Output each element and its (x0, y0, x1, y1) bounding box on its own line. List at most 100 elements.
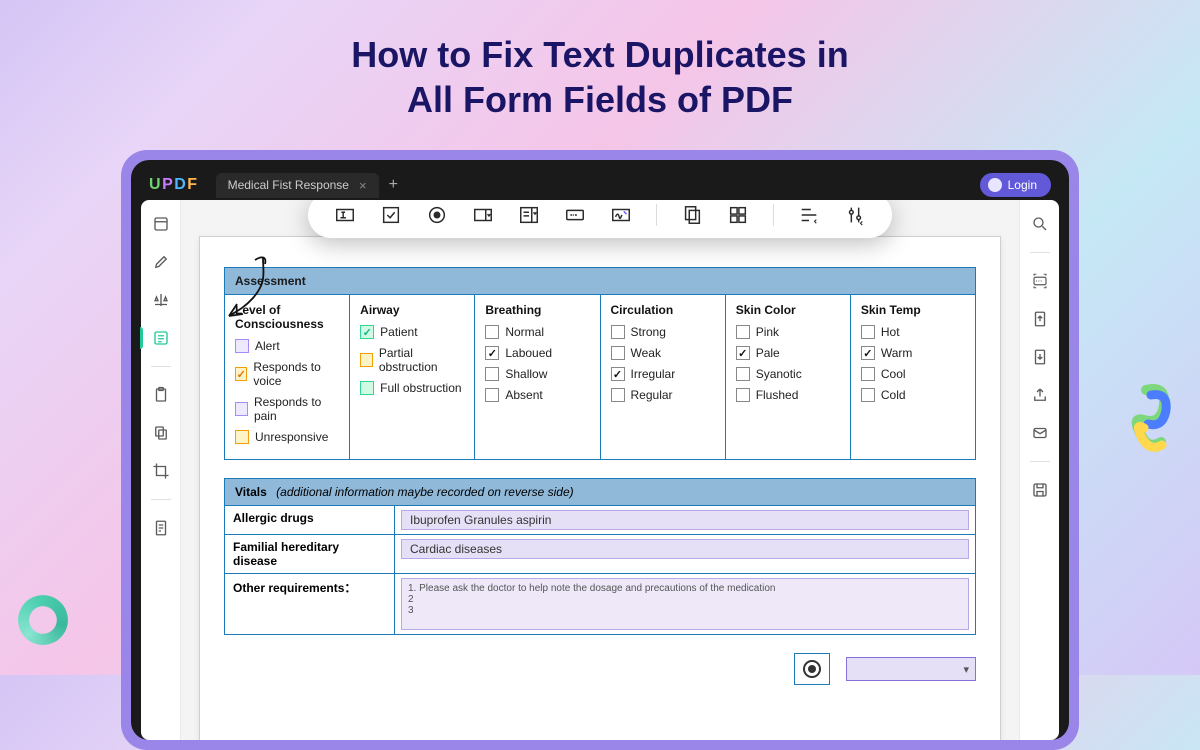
document-icon[interactable] (151, 518, 171, 538)
vitals-header: Vitals (additional information maybe rec… (225, 479, 975, 506)
checkbox[interactable] (736, 388, 750, 402)
window-titlebar: UPDF Medical Fist Response × + Login (141, 170, 1059, 200)
ocr-icon[interactable] (1030, 271, 1050, 291)
checkbox[interactable] (861, 346, 875, 360)
hero-line-2: All Form Fields of PDF (0, 77, 1200, 122)
arrow-annotation (225, 254, 281, 326)
checkbox[interactable] (485, 325, 499, 339)
checkbox[interactable] (235, 430, 249, 444)
text-field-icon[interactable] (334, 204, 356, 226)
allergic-input[interactable]: Ibuprofen Granules aspirin (401, 510, 969, 530)
document-tab[interactable]: Medical Fist Response × (216, 173, 379, 198)
export-icon[interactable] (1030, 309, 1050, 329)
crop-icon[interactable] (151, 461, 171, 481)
checkbox[interactable] (861, 388, 875, 402)
checkbox-row: Responds to pain (235, 395, 339, 423)
radio-preview[interactable] (794, 653, 830, 685)
checkbox[interactable] (360, 325, 374, 339)
checkbox-row: Cold (861, 388, 965, 402)
allergic-label: Allergic drugs (225, 506, 395, 534)
checkbox[interactable] (736, 325, 750, 339)
checkbox-label: Responds to voice (253, 360, 339, 388)
checkbox-row: Pale (736, 346, 840, 360)
balance-icon[interactable] (151, 290, 171, 310)
form-icon[interactable] (151, 328, 171, 348)
checkbox[interactable] (360, 381, 374, 395)
checkbox-row: Pink (736, 325, 840, 339)
checkbox-row: Unresponsive (235, 430, 339, 444)
checkbox[interactable] (235, 339, 249, 353)
dropdown-icon[interactable] (472, 204, 494, 226)
assessment-column: BreathingNormalLabouedShallowAbsent (475, 295, 600, 459)
assessment-column: Skin ColorPinkPaleSyanoticFlushed (726, 295, 851, 459)
checkbox-row: Normal (485, 325, 589, 339)
checkbox[interactable] (235, 402, 248, 416)
grid-icon[interactable] (727, 204, 749, 226)
tab-close-icon[interactable]: × (359, 178, 367, 193)
assessment-column: Skin TempHotWarmCoolCold (851, 295, 975, 459)
checkbox-row: Strong (611, 325, 715, 339)
checkbox[interactable] (736, 346, 750, 360)
checkbox-label: Pink (756, 325, 779, 339)
checkbox[interactable] (485, 346, 499, 360)
checkbox-icon[interactable] (380, 204, 402, 226)
checkbox-row: Partial obstruction (360, 346, 464, 374)
checkbox-label: Responds to pain (254, 395, 339, 423)
checkbox[interactable] (485, 388, 499, 402)
vitals-section: Vitals (additional information maybe rec… (224, 478, 976, 635)
app-logo: UPDF (149, 176, 198, 194)
column-title: Circulation (611, 303, 715, 317)
checkbox[interactable] (611, 388, 625, 402)
checkbox[interactable] (611, 325, 625, 339)
search-icon[interactable] (1030, 214, 1050, 234)
panel-icon[interactable] (151, 214, 171, 234)
login-button[interactable]: Login (980, 173, 1051, 197)
checkbox[interactable] (611, 367, 625, 381)
download-icon[interactable] (1030, 347, 1050, 367)
layers-icon[interactable] (151, 423, 171, 443)
checkbox[interactable] (485, 367, 499, 381)
vitals-header-note: (additional information maybe recorded o… (276, 485, 574, 499)
mail-icon[interactable] (1030, 423, 1050, 443)
button-field-icon[interactable] (564, 204, 586, 226)
checkbox[interactable] (360, 353, 373, 367)
vitals-header-title: Vitals (235, 485, 267, 499)
new-tab-button[interactable]: + (389, 176, 398, 194)
checkbox-row: Absent (485, 388, 589, 402)
checkbox[interactable] (736, 367, 750, 381)
combo-preview[interactable] (846, 657, 976, 681)
checkbox-row: Alert (235, 339, 339, 353)
signature-icon[interactable] (610, 204, 632, 226)
column-title: Breathing (485, 303, 589, 317)
checkbox-row: Shallow (485, 367, 589, 381)
save-icon[interactable] (1030, 480, 1050, 500)
checkbox-label: Full obstruction (380, 381, 461, 395)
checkbox-label: Warm (881, 346, 913, 360)
checkbox-label: Pale (756, 346, 780, 360)
checkbox[interactable] (861, 325, 875, 339)
checkbox-label: Hot (881, 325, 900, 339)
checkbox-row: Responds to voice (235, 360, 339, 388)
listbox-icon[interactable] (518, 204, 540, 226)
assessment-header: Assessment (225, 268, 975, 295)
device-frame: UPDF Medical Fist Response × + Login (121, 150, 1079, 750)
radio-icon[interactable] (426, 204, 448, 226)
align-icon[interactable] (798, 204, 820, 226)
copy-icon[interactable] (681, 204, 703, 226)
tools-icon[interactable] (844, 204, 866, 226)
annotate-icon[interactable] (151, 252, 171, 272)
checkbox[interactable] (235, 367, 247, 381)
checkbox[interactable] (611, 346, 625, 360)
right-divider (1030, 252, 1050, 253)
assessment-columns: Level of ConsciousnessAlertResponds to v… (225, 295, 975, 459)
other-textarea[interactable]: 1. Please ask the doctor to help note th… (401, 578, 969, 630)
bottom-widgets (224, 653, 976, 685)
checkbox-row: Weak (611, 346, 715, 360)
checkbox[interactable] (861, 367, 875, 381)
clipboard-icon[interactable] (151, 385, 171, 405)
familial-input[interactable]: Cardiac diseases (401, 539, 969, 559)
checkbox-row: Syanotic (736, 367, 840, 381)
share-icon[interactable] (1030, 385, 1050, 405)
checkbox-label: Alert (255, 339, 280, 353)
column-title: Skin Temp (861, 303, 965, 317)
